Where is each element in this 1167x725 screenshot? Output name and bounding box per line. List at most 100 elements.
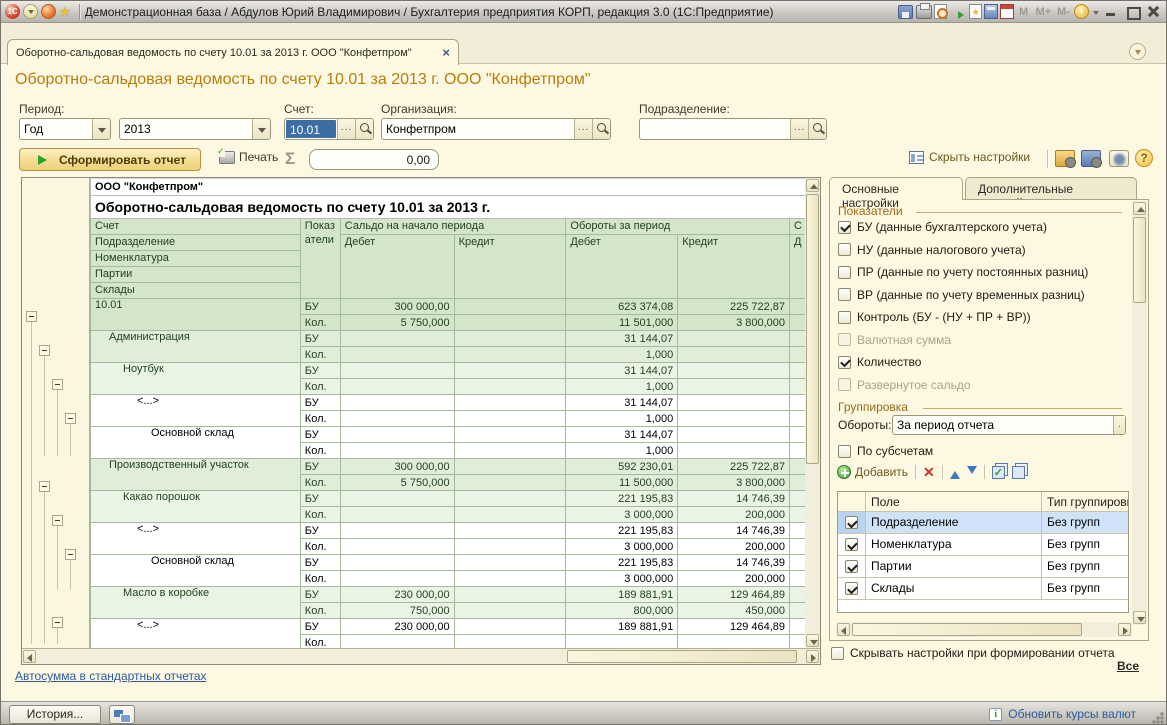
preview-icon[interactable] xyxy=(934,4,947,19)
all-link[interactable]: Все xyxy=(1117,659,1139,673)
department-field[interactable]: ... xyxy=(639,118,827,140)
value-cell[interactable]: 225 722,87 xyxy=(678,299,790,315)
grouping-row[interactable]: ПартииБез групп xyxy=(838,556,1128,578)
value-cell[interactable] xyxy=(454,507,566,523)
generate-report-button[interactable]: Сформировать отчет xyxy=(19,148,201,171)
choose-icon[interactable]: ... xyxy=(790,119,808,139)
grouping-row[interactable]: СкладыБез групп xyxy=(838,578,1128,600)
value-cell[interactable] xyxy=(678,427,790,443)
value-cell[interactable]: 3 000,000 xyxy=(566,571,678,587)
indicator-checkbox-row[interactable]: Развернутое сальдо xyxy=(838,378,971,392)
print-button[interactable]: Печать xyxy=(219,150,278,164)
value-cell[interactable] xyxy=(340,507,454,523)
partial-cell[interactable] xyxy=(790,411,807,427)
settings-vscrollbar[interactable] xyxy=(1132,201,1147,625)
save-settings-icon[interactable] xyxy=(1081,150,1101,167)
value-cell[interactable] xyxy=(340,539,454,555)
partial-cell[interactable] xyxy=(790,395,807,411)
by-subaccounts-row[interactable]: По субсчетам xyxy=(838,444,933,458)
checkbox[interactable] xyxy=(838,445,851,458)
report-org-cell[interactable]: ООО "Конфетпром" xyxy=(91,179,807,196)
memory-m-icon[interactable]: M xyxy=(1016,4,1032,20)
indicator-cell[interactable]: БУ xyxy=(300,459,340,475)
value-cell[interactable]: 5 750,000 xyxy=(340,315,454,331)
delete-icon[interactable]: ✕ xyxy=(923,465,935,479)
value-cell[interactable] xyxy=(454,411,566,427)
tree-collapse-icon[interactable] xyxy=(65,549,76,560)
save-icon[interactable] xyxy=(898,5,913,19)
minimize-button[interactable] xyxy=(1103,4,1120,19)
indicator-cell[interactable]: БУ xyxy=(300,619,340,635)
indicator-cell[interactable]: БУ xyxy=(300,395,340,411)
partial-cell[interactable] xyxy=(790,619,807,635)
value-cell[interactable] xyxy=(454,523,566,539)
tree-collapse-icon[interactable] xyxy=(52,379,63,390)
report-row-group[interactable]: Какао порошок xyxy=(91,491,301,523)
partial-cell[interactable] xyxy=(790,459,807,475)
partial-cell[interactable] xyxy=(790,587,807,603)
tree-collapse-icon[interactable] xyxy=(52,515,63,526)
choose-icon[interactable]: . xyxy=(1113,416,1125,434)
tree-collapse-icon[interactable] xyxy=(52,617,63,628)
value-cell[interactable] xyxy=(678,347,790,363)
check-all-icon[interactable] xyxy=(992,466,1005,479)
choose-icon[interactable]: ... xyxy=(574,119,592,139)
memory-plus-icon[interactable]: M+ xyxy=(1034,4,1054,20)
value-cell[interactable] xyxy=(340,635,454,649)
value-cell[interactable] xyxy=(678,635,790,649)
value-cell[interactable] xyxy=(454,427,566,443)
checkbox[interactable] xyxy=(838,243,851,256)
value-cell[interactable]: 300 000,00 xyxy=(340,459,454,475)
checkbox[interactable] xyxy=(845,538,858,551)
value-cell[interactable]: 750,000 xyxy=(340,603,454,619)
value-cell[interactable] xyxy=(340,443,454,459)
value-cell[interactable]: 31 144,07 xyxy=(566,427,678,443)
remote-desktop-icon[interactable] xyxy=(109,705,135,724)
checkbox[interactable] xyxy=(845,560,858,573)
value-cell[interactable] xyxy=(454,555,566,571)
value-cell[interactable]: 1,000 xyxy=(566,379,678,395)
indicator-cell[interactable]: Кол. xyxy=(300,379,340,395)
report-row-group[interactable]: Производственный участок xyxy=(91,459,301,491)
partial-cell[interactable] xyxy=(790,379,807,395)
partial-cell[interactable] xyxy=(790,475,807,491)
partial-cell[interactable] xyxy=(790,571,807,587)
value-cell[interactable]: 225 722,87 xyxy=(678,459,790,475)
period-type-select[interactable]: Год xyxy=(19,118,111,140)
partial-cell[interactable] xyxy=(790,347,807,363)
checkbox[interactable] xyxy=(845,582,858,595)
info-icon[interactable]: i xyxy=(1074,4,1089,19)
indicator-checkbox-row[interactable]: Контроль (БУ - (НУ + ПР + ВР)) xyxy=(838,310,1031,324)
tab-close-icon[interactable]: × xyxy=(442,46,450,59)
tab-additional-settings[interactable]: Дополнительные настройки xyxy=(965,177,1137,199)
load-settings-icon[interactable] xyxy=(1055,150,1075,167)
indicator-cell[interactable]: БУ xyxy=(300,523,340,539)
value-cell[interactable] xyxy=(454,475,566,491)
move-up-icon[interactable] xyxy=(950,466,960,479)
indicator-cell[interactable]: БУ xyxy=(300,555,340,571)
value-cell[interactable]: 129 464,89 xyxy=(678,619,790,635)
search-icon[interactable] xyxy=(355,119,373,139)
tree-collapse-icon[interactable] xyxy=(26,311,37,322)
indicator-cell[interactable]: Кол. xyxy=(300,411,340,427)
tree-collapse-icon[interactable] xyxy=(65,413,76,424)
tab-list-dropdown-icon[interactable] xyxy=(1129,43,1146,60)
value-cell[interactable] xyxy=(340,363,454,379)
partial-cell[interactable] xyxy=(790,315,807,331)
value-cell[interactable]: 450,000 xyxy=(678,603,790,619)
value-cell[interactable] xyxy=(454,571,566,587)
partial-cell[interactable] xyxy=(790,443,807,459)
partial-cell[interactable] xyxy=(790,539,807,555)
value-cell[interactable]: 3 000,000 xyxy=(566,539,678,555)
value-cell[interactable]: 1,000 xyxy=(566,443,678,459)
value-cell[interactable] xyxy=(340,331,454,347)
value-cell[interactable]: 5 750,000 xyxy=(340,475,454,491)
value-cell[interactable] xyxy=(454,619,566,635)
value-cell[interactable] xyxy=(340,411,454,427)
indicator-cell[interactable]: Кол. xyxy=(300,539,340,555)
header-debit-partial[interactable]: Д xyxy=(790,235,807,299)
chevron-down-icon[interactable] xyxy=(92,119,110,139)
indicator-cell[interactable]: Кол. xyxy=(300,443,340,459)
value-cell[interactable]: 221 195,83 xyxy=(566,523,678,539)
hide-settings-button[interactable]: Скрыть настройки xyxy=(909,150,1030,164)
